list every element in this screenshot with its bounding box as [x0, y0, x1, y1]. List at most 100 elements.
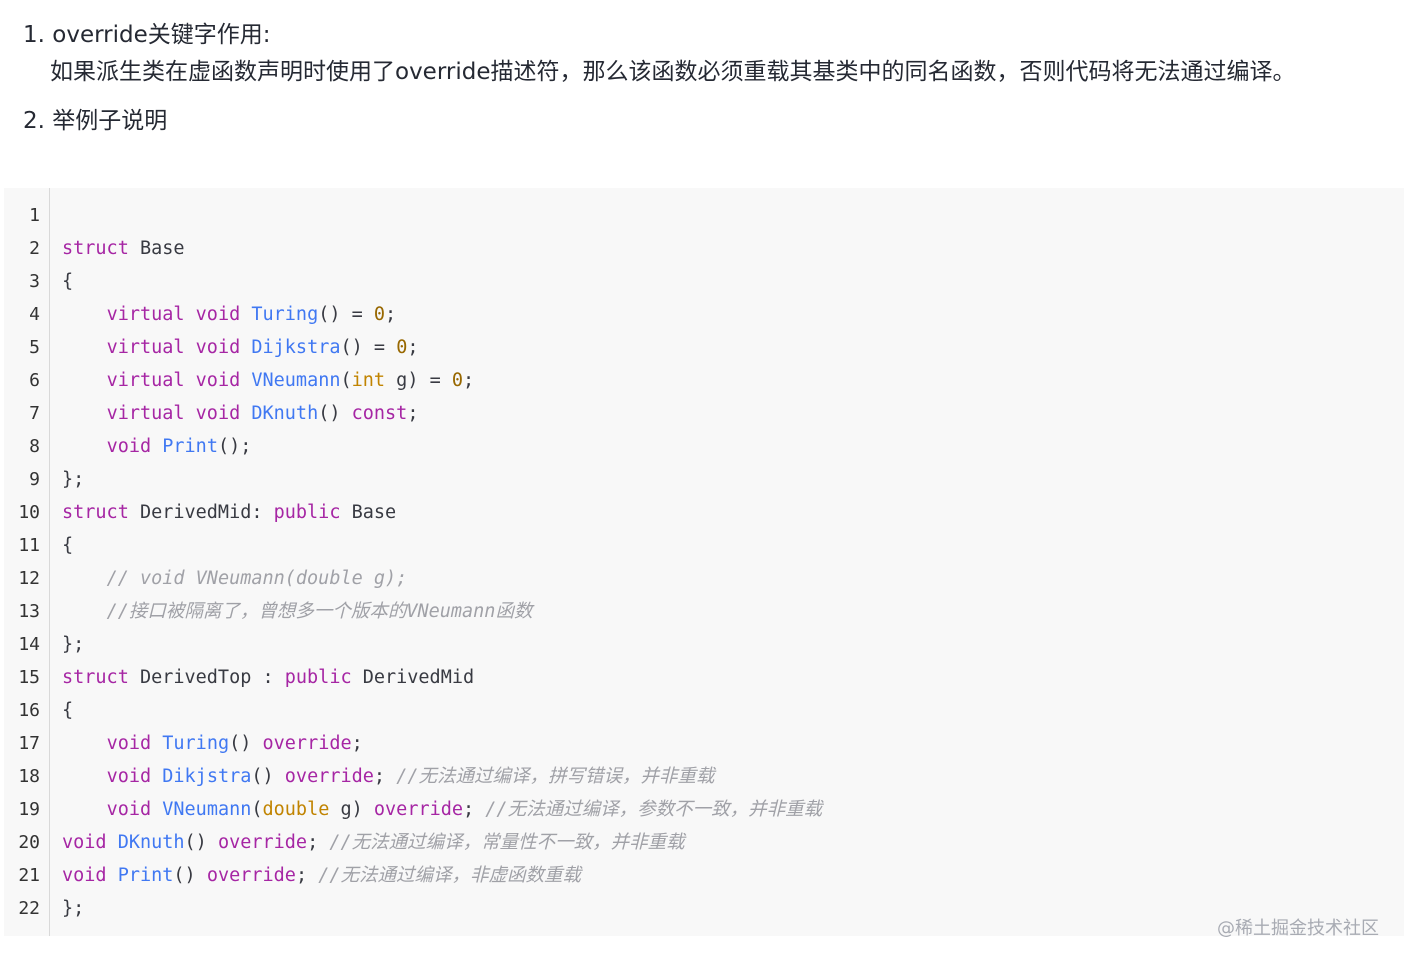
code-token: { [62, 535, 74, 556]
code-token: double [262, 799, 330, 820]
code-token: //无法通过编译，常量性不一致，并非重载 [329, 832, 685, 853]
code-token: void [195, 403, 241, 424]
code-token: //无法通过编译，非虚函数重载 [318, 865, 581, 886]
code-token: //无法通过编译，参数不一致，并非重载 [485, 799, 823, 820]
code-token: void [106, 436, 152, 457]
code-token: ; [373, 766, 397, 787]
list-item-number: 1. [23, 22, 45, 48]
code-token: override [373, 799, 464, 820]
list-item-title: 举例子说明 [52, 108, 168, 134]
line-number: 18 [18, 766, 40, 787]
code-token: DerivedMid: [128, 502, 274, 523]
list-item-number: 2. [23, 108, 45, 134]
code-line: void VNeumann(double g) override; //无法通过… [62, 793, 823, 826]
code-token: () = [340, 337, 397, 358]
line-number: 12 [18, 568, 40, 589]
code-line: void Print(); [62, 430, 252, 463]
code-token: ; [407, 403, 419, 424]
line-number: 14 [18, 634, 40, 655]
code-token: () [229, 733, 263, 754]
code-token: virtual [106, 337, 185, 358]
code-token: ; [385, 304, 397, 325]
code-token: Print [117, 865, 174, 886]
code-token: () [318, 403, 352, 424]
code-block[interactable]: 1 2 3 4 5 6 7 8 9 10 11 12 13 14 15 16 17 18 19 20 21 22 stru… [4, 188, 1404, 936]
list-item-2: 2. 举例子说明 [23, 103, 167, 139]
code-token: public [284, 667, 352, 688]
code-token: 0 [373, 304, 386, 325]
code-token: struct [62, 238, 129, 259]
code-line: { [62, 529, 73, 562]
watermark: @稀土掘金技术社区 [1217, 918, 1379, 939]
line-number: 2 [29, 238, 40, 259]
code-line: virtual void Turing() = 0; [62, 298, 397, 331]
code-token: Base [128, 238, 185, 259]
line-number: 15 [18, 667, 40, 688]
line-number: 3 [29, 271, 40, 292]
code-token: virtual [106, 304, 185, 325]
code-token: Print [162, 436, 218, 457]
line-number-gutter: 1 2 3 4 5 6 7 8 9 10 11 12 13 14 15 16 17 18 19 20 21 22 [4, 188, 50, 936]
code-token: ; [463, 799, 486, 820]
code-token: void [62, 832, 107, 853]
code-line: }; [62, 892, 84, 925]
code-token: int [351, 370, 386, 391]
line-number: 10 [18, 502, 40, 523]
line-number: 9 [29, 469, 40, 490]
line-number: 17 [18, 733, 40, 754]
code-token: Dijkstra [251, 337, 341, 358]
line-number: 8 [29, 436, 40, 457]
code-token: }; [62, 634, 85, 655]
line-number: 21 [18, 865, 40, 886]
code-token: ; [295, 865, 319, 886]
code-line: { [62, 265, 73, 298]
code-line: virtual void Dijkstra() = 0; [62, 331, 419, 364]
code-token: ( [251, 799, 263, 820]
line-number: 16 [18, 700, 40, 721]
code-token: () = [318, 304, 374, 325]
code-line: struct DerivedMid: public Base [62, 496, 396, 529]
code-line: }; [62, 628, 84, 661]
code-token: ; [351, 733, 363, 754]
code-line: { [62, 694, 73, 727]
code-token: ; [307, 832, 330, 853]
list-item-1: 1. override关键字作用: [23, 17, 271, 53]
code-token: DKnuth [117, 832, 185, 853]
code-token: (); [217, 436, 252, 457]
code-token: ; [407, 337, 419, 358]
code-token: override [284, 766, 374, 787]
line-number: 22 [18, 898, 40, 919]
code-token: 0 [451, 370, 464, 391]
code-token: struct [62, 502, 129, 523]
code-token: override [206, 865, 296, 886]
code-line: struct Base [62, 232, 185, 265]
code-line: struct DerivedTop : public DerivedMid [62, 661, 474, 694]
line-number: 19 [18, 799, 40, 820]
line-number: 11 [18, 535, 40, 556]
line-number: 20 [18, 832, 40, 853]
code-line: }; [62, 463, 84, 496]
code-line: void DKnuth() override; //无法通过编译，常量性不一致，… [62, 826, 685, 859]
code-token: //无法通过编译，拼写错误，并非重载 [396, 766, 715, 787]
code-token: void [195, 304, 241, 325]
line-number: 7 [29, 403, 40, 424]
code-token: VNeumann [162, 799, 252, 820]
code-token: { [62, 271, 74, 292]
code-token: override [217, 832, 308, 853]
line-number: 5 [29, 337, 40, 358]
code-token: void [62, 865, 107, 886]
